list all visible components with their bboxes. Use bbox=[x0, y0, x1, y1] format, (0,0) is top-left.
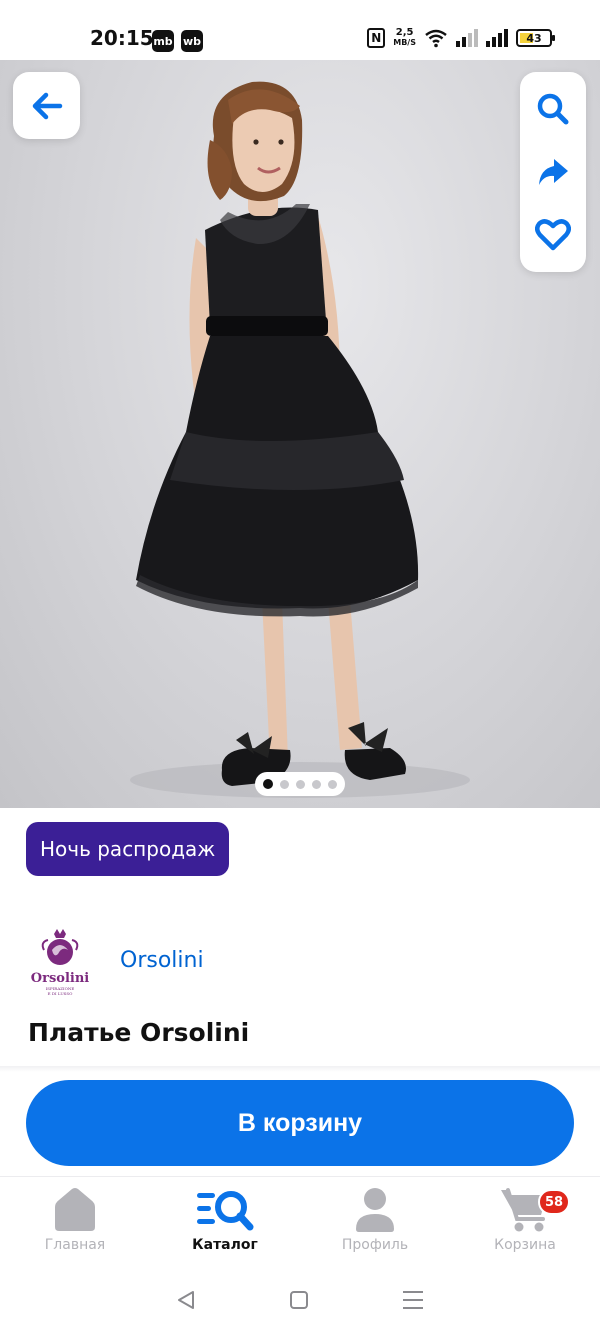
sale-badge[interactable]: Ночь распродаж bbox=[26, 822, 230, 876]
status-indicators: N 2,5 MB/S 43 bbox=[367, 28, 555, 48]
svg-text:E DI LUSSO: E DI LUSSO bbox=[48, 991, 73, 996]
app-notification-icon: mb bbox=[152, 30, 174, 52]
section-divider bbox=[0, 1066, 600, 1072]
image-pagination bbox=[255, 772, 345, 796]
system-navigation-bar bbox=[0, 1268, 600, 1332]
product-title: Платье Orsolini bbox=[28, 1018, 250, 1047]
share-arrow-icon bbox=[539, 158, 568, 185]
menu-lines-icon bbox=[402, 1291, 423, 1309]
bottom-navigation: Главная Каталог Профиль Корзина 58 bbox=[0, 1176, 600, 1268]
status-time: 20:15 bbox=[90, 26, 154, 50]
wifi-icon bbox=[425, 29, 447, 48]
signal-1-icon bbox=[456, 29, 478, 47]
back-button[interactable] bbox=[13, 72, 80, 139]
product-screen: 20:15 mb wb N 2,5 MB/S 43 Ночь распродаж… bbox=[0, 0, 600, 1332]
nav-profile[interactable]: Профиль bbox=[300, 1177, 450, 1268]
cart-count-badge: 58 bbox=[538, 1189, 571, 1215]
share-button[interactable] bbox=[536, 155, 570, 189]
svg-text:Orsolini: Orsolini bbox=[31, 971, 89, 986]
wb-notification-icon: wb bbox=[181, 30, 203, 52]
nav-home[interactable]: Главная bbox=[0, 1177, 150, 1268]
add-to-cart-button[interactable]: В корзину bbox=[26, 1080, 574, 1166]
product-photo bbox=[130, 81, 470, 798]
brand-link[interactable]: Orsolini bbox=[120, 948, 204, 973]
arrow-left-icon bbox=[32, 92, 62, 119]
pagination-dot[interactable] bbox=[296, 779, 305, 789]
system-back-button[interactable] bbox=[175, 1289, 197, 1311]
catalog-search-icon bbox=[197, 1191, 254, 1231]
pagination-dot[interactable] bbox=[328, 779, 337, 789]
square-home-icon bbox=[289, 1291, 308, 1309]
home-icon bbox=[55, 1188, 95, 1231]
brand-logo-emblem: Orsolini ISPIRAZIONE E DI LUSSO bbox=[31, 929, 89, 996]
product-actions bbox=[520, 72, 586, 272]
product-image-gallery[interactable] bbox=[0, 60, 600, 808]
profile-icon bbox=[356, 1188, 394, 1232]
nav-cart[interactable]: Корзина 58 bbox=[450, 1177, 600, 1268]
nav-catalog[interactable]: Каталог bbox=[150, 1177, 300, 1268]
pagination-dot[interactable] bbox=[312, 779, 321, 789]
brand-logo[interactable]: Orsolini ISPIRAZIONE E DI LUSSO bbox=[30, 928, 90, 998]
triangle-back-icon bbox=[178, 1291, 195, 1309]
battery-level: 43 bbox=[526, 31, 542, 45]
nav-catalog-label: Каталог bbox=[192, 1237, 258, 1253]
network-speed: 2,5 MB/S bbox=[393, 28, 416, 48]
search-button[interactable] bbox=[536, 92, 570, 126]
nav-cart-label: Корзина bbox=[494, 1237, 556, 1253]
status-bar: 20:15 mb wb N 2,5 MB/S 43 bbox=[0, 0, 600, 60]
network-speed-unit: MB/S bbox=[393, 38, 416, 47]
system-home-button[interactable] bbox=[288, 1289, 310, 1311]
pagination-dot[interactable] bbox=[280, 779, 289, 789]
pagination-dot[interactable] bbox=[263, 779, 273, 789]
nav-profile-label: Профиль bbox=[341, 1237, 409, 1253]
battery-icon: 43 bbox=[516, 29, 555, 47]
nfc-icon: N bbox=[367, 28, 386, 48]
search-icon bbox=[537, 94, 569, 125]
signal-2-icon bbox=[486, 29, 508, 47]
heart-icon bbox=[535, 218, 571, 250]
network-speed-value: 2,5 bbox=[395, 27, 414, 38]
favorite-button[interactable] bbox=[535, 218, 571, 252]
system-recents-button[interactable] bbox=[401, 1289, 425, 1311]
nav-home-label: Главная bbox=[44, 1237, 106, 1253]
